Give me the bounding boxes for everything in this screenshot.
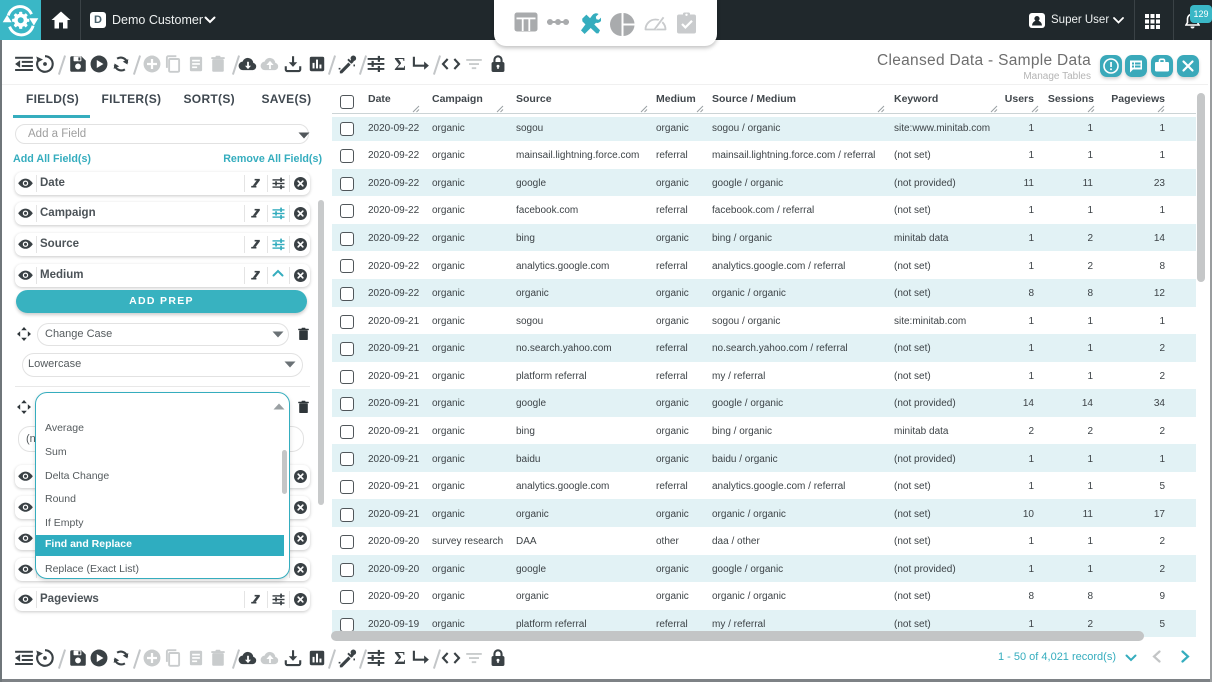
svg-text:Σ: Σ [394, 54, 406, 74]
svg-text:Σ: Σ [394, 648, 406, 668]
